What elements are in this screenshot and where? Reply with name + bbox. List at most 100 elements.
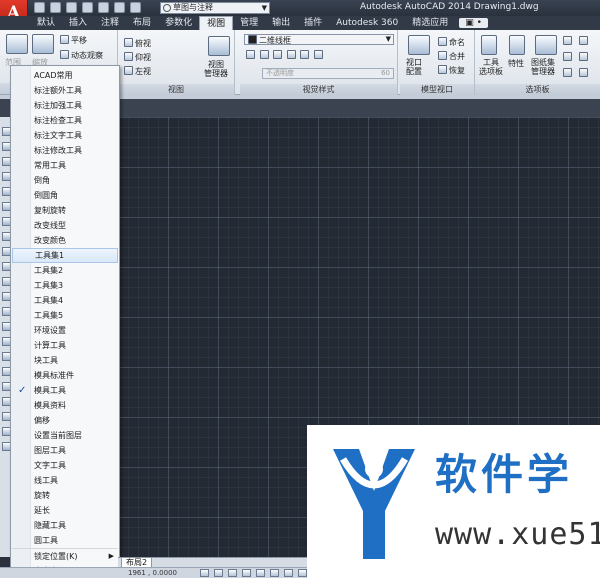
- menu-item[interactable]: 锁定位置(K) ▶: [12, 548, 118, 563]
- menu-item-label: 工具集2: [34, 266, 64, 275]
- redo-icon[interactable]: [130, 2, 141, 13]
- menu-item[interactable]: 工具集1: [12, 248, 118, 263]
- material-icon[interactable]: [313, 50, 323, 59]
- left-view-icon: [124, 66, 133, 75]
- restore-label: 恢复: [449, 66, 465, 75]
- menu-item[interactable]: 模具标准件: [12, 368, 118, 383]
- menu-item[interactable]: 块工具: [12, 353, 118, 368]
- tab-2[interactable]: 注释: [94, 16, 126, 30]
- viewport-config-icon[interactable]: [408, 35, 430, 55]
- view-item-bottom[interactable]: 仰视: [124, 52, 151, 63]
- menu-item[interactable]: 模具资料: [12, 398, 118, 413]
- tab-11[interactable]: ▣ •: [459, 18, 488, 28]
- menu-item[interactable]: 标注文字工具: [12, 128, 118, 143]
- tab-0[interactable]: 默认: [30, 16, 62, 30]
- opacity-slider[interactable]: 不透明度 60: [262, 68, 394, 79]
- menu-item[interactable]: 倒圆角: [12, 188, 118, 203]
- menu-item[interactable]: 标注检查工具: [12, 113, 118, 128]
- restore-viewports-button[interactable]: 恢复: [438, 65, 465, 76]
- menu-item[interactable]: 计算工具: [12, 338, 118, 353]
- x-ray-icon[interactable]: [300, 50, 310, 59]
- palette-toggle-icon[interactable]: [563, 52, 572, 61]
- zoom-icon[interactable]: [32, 34, 54, 54]
- palette-toggle-icon[interactable]: [579, 36, 588, 45]
- undo-icon[interactable]: [114, 2, 125, 13]
- menu-item[interactable]: 倒角: [12, 173, 118, 188]
- palette-toggle-icon[interactable]: [563, 36, 572, 45]
- menu-item[interactable]: 改变颜色: [12, 233, 118, 248]
- menu-item[interactable]: 标注加强工具: [12, 98, 118, 113]
- status-toggle-icon[interactable]: [270, 569, 279, 577]
- status-toggle-icon[interactable]: [214, 569, 223, 577]
- status-toggle-icon[interactable]: [242, 569, 251, 577]
- opacity-value: 60: [381, 69, 390, 77]
- tab-4[interactable]: 参数化: [158, 16, 199, 30]
- face-effect-icon[interactable]: [259, 50, 269, 59]
- tab-6[interactable]: 管理: [233, 16, 265, 30]
- tab-10[interactable]: 精选应用: [405, 16, 455, 30]
- menu-item[interactable]: 线工具: [12, 473, 118, 488]
- zoom-extents-icon[interactable]: [6, 34, 28, 54]
- new-file-icon[interactable]: [34, 2, 45, 13]
- menu-item[interactable]: 工具集5: [12, 308, 118, 323]
- menu-item-label: 线工具: [34, 476, 58, 485]
- menu-item[interactable]: 工具集4: [12, 293, 118, 308]
- menu-item[interactable]: 设置当前图层: [12, 428, 118, 443]
- menu-item[interactable]: 标注额外工具: [12, 83, 118, 98]
- menu-item[interactable]: 偏移: [12, 413, 118, 428]
- menu-item[interactable]: 隐藏工具: [12, 518, 118, 533]
- menu-item[interactable]: 工具集3: [12, 278, 118, 293]
- menu-item-label: 文字工具: [34, 461, 66, 470]
- view-item-left[interactable]: 左视: [124, 66, 151, 77]
- palette-toggle-icon[interactable]: [579, 68, 588, 77]
- status-toggle-icon[interactable]: [256, 569, 265, 577]
- menu-item[interactable]: 延长: [12, 503, 118, 518]
- visual-style-combo[interactable]: 二维线框 ▼: [244, 34, 394, 45]
- tab-7[interactable]: 输出: [265, 16, 297, 30]
- join-viewports-button[interactable]: 合并: [438, 51, 465, 62]
- panel-visual-styles: 二维线框 ▼ 不透明度 60 视觉样式: [240, 30, 398, 95]
- tab-8[interactable]: 插件: [297, 16, 329, 30]
- status-toggle-icon[interactable]: [284, 569, 293, 577]
- menu-item[interactable]: 圆工具: [12, 533, 118, 548]
- menu-item[interactable]: 环境设置: [12, 323, 118, 338]
- sheet-set-icon[interactable]: [535, 35, 557, 55]
- properties-icon[interactable]: [509, 35, 525, 55]
- view-item-top[interactable]: 俯视: [124, 38, 151, 49]
- palette-toggle-icon[interactable]: [563, 68, 572, 77]
- menu-item[interactable]: 工具集2: [12, 263, 118, 278]
- save-as-icon[interactable]: [82, 2, 93, 13]
- status-toggle-icon[interactable]: [228, 569, 237, 577]
- menu-item[interactable]: 改变线型: [12, 218, 118, 233]
- open-file-icon[interactable]: [50, 2, 61, 13]
- orbit-button[interactable]: 动态观察: [60, 50, 103, 61]
- menu-item[interactable]: 图层工具: [12, 443, 118, 458]
- menu-item[interactable]: ✓ 模具工具: [12, 383, 118, 398]
- menu-item[interactable]: 标注修改工具: [12, 143, 118, 158]
- menu-item[interactable]: 常用工具: [12, 158, 118, 173]
- menu-item[interactable]: 旋转: [12, 488, 118, 503]
- palette-toggle-icon[interactable]: [579, 52, 588, 61]
- shadow-icon[interactable]: [273, 50, 283, 59]
- print-icon[interactable]: [98, 2, 109, 13]
- view-manager-icon[interactable]: [208, 36, 230, 56]
- tool-palettes-icon[interactable]: [481, 35, 497, 55]
- tab-5[interactable]: 视图: [199, 16, 234, 30]
- menu-item[interactable]: ACAD常用: [12, 68, 118, 83]
- menu-item[interactable]: 复制旋转: [12, 203, 118, 218]
- checkmark-icon: ✓: [18, 385, 27, 396]
- tab-9[interactable]: Autodesk 360: [329, 16, 405, 30]
- tab-3[interactable]: 布局: [126, 16, 158, 30]
- menu-item[interactable]: 文字工具: [12, 458, 118, 473]
- workspace-select[interactable]: 草图与注释 ▼: [160, 2, 270, 14]
- edge-effect-icon[interactable]: [246, 50, 255, 59]
- pan-button[interactable]: 平移: [60, 35, 87, 46]
- status-toggle-icon[interactable]: [298, 569, 307, 577]
- status-toggle-icon[interactable]: [200, 569, 209, 577]
- menu-item-label: 标注文字工具: [34, 131, 82, 140]
- tab-1[interactable]: 插入: [62, 16, 94, 30]
- save-icon[interactable]: [66, 2, 77, 13]
- color-icon[interactable]: [286, 50, 296, 59]
- style-swatch-icon: [248, 35, 257, 44]
- named-viewports-button[interactable]: 命名: [438, 37, 465, 48]
